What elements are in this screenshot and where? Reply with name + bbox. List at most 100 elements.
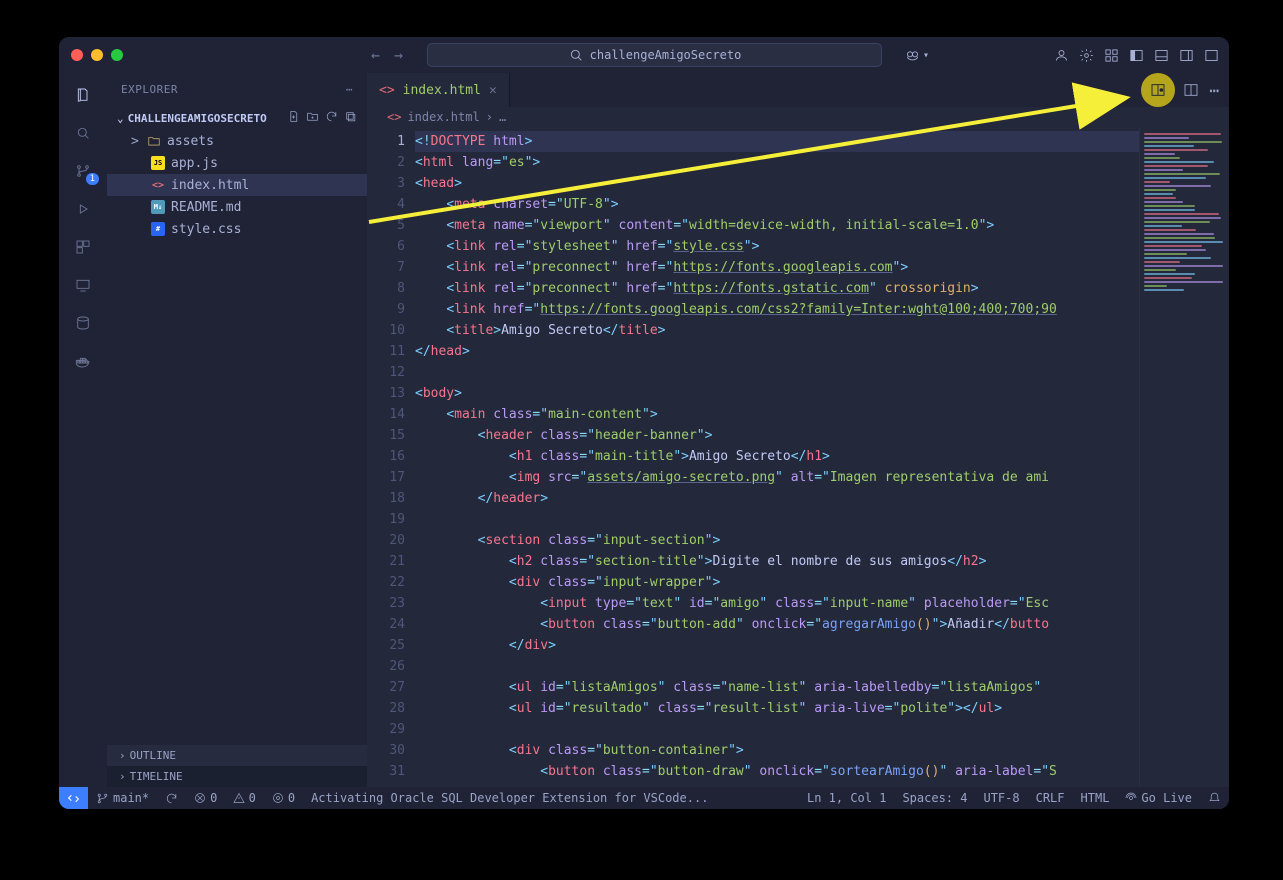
layout-sidebar-right-icon[interactable] [1179,48,1194,63]
layout-full-icon[interactable] [1204,48,1219,63]
play-bug-icon [75,201,91,217]
outline-panel-header[interactable]: › OUTLINE [107,745,367,766]
layout-panel-icon[interactable] [1154,48,1169,63]
chevron-right-icon: › [119,749,126,762]
indentation-button[interactable]: Spaces: 4 [894,791,975,805]
remote-button[interactable] [59,787,88,809]
notifications-button[interactable] [1200,792,1229,805]
command-center[interactable]: challengeAmigoSecreto [427,43,882,67]
breadcrumb-file: index.html [407,110,479,124]
file-item[interactable]: # style.css [107,218,367,240]
file-label: README.md [171,200,241,215]
refresh-button[interactable] [325,110,338,126]
problems-button[interactable]: 0 0 [186,791,264,805]
remote-icon [75,277,91,293]
search-icon [75,125,91,141]
collapse-all-button[interactable] [344,110,357,126]
file-label: assets [167,134,214,149]
error-count: 0 [210,791,217,805]
file-label: index.html [171,178,249,193]
file-item[interactable]: M↓ README.md [107,196,367,218]
timeline-label: TIMELINE [130,770,183,783]
minimize-window-button[interactable] [91,49,103,61]
folder-icon [147,134,161,148]
preview-highlight [1141,73,1175,107]
status-message: Activating Oracle SQL Developer Extensio… [303,791,716,805]
copilot-button[interactable]: ▾ [899,46,935,65]
timeline-panel-header[interactable]: › TIMELINE [107,766,367,787]
project-header[interactable]: ⌄ CHALLENGEAMIGOSECRETO [107,106,367,130]
branch-name: main* [113,791,149,805]
explorer-sidebar: EXPLORER ⋯ ⌄ CHALLENGEAMIGOSECRETO >asse… [107,73,367,787]
folder-item[interactable]: >assets [107,130,367,152]
remote-explorer-button[interactable] [71,273,95,297]
database-button[interactable] [71,311,95,335]
docker-icon [75,353,91,369]
file-tree: >assets JS app.js <>index.html M↓ README.md # s… [107,130,367,240]
git-branch-button[interactable]: main* [88,791,157,805]
breadcrumb[interactable]: <> index.html › … [367,107,1229,127]
eol-button[interactable]: CRLF [1028,791,1073,805]
outline-label: OUTLINE [130,749,176,762]
md-file-icon: M↓ [151,200,165,214]
close-tab-button[interactable]: ✕ [489,83,497,98]
status-bar: main* 0 0 0 Activating Oracle SQL Develo… [59,787,1229,809]
nav-back-button[interactable]: ← [371,46,380,64]
code-editor[interactable]: 1234567891011121314151617181920212223242… [367,127,1229,787]
close-window-button[interactable] [71,49,83,61]
tab-label: index.html [403,83,481,98]
file-label: style.css [171,222,241,237]
zoom-window-button[interactable] [111,49,123,61]
ports-button[interactable]: 0 [264,791,303,805]
chevron-right-icon: › [486,110,493,124]
files-icon [75,87,91,103]
project-name: CHALLENGEAMIGOSECRETO [128,112,267,125]
cursor-position[interactable]: Ln 1, Col 1 [799,791,894,805]
split-editor-button[interactable] [1183,82,1199,98]
extensions-icon [75,239,91,255]
css-file-icon: # [151,222,165,236]
vscode-window: ← → challengeAmigoSecreto ▾ 1 [59,37,1229,809]
layout-grid-icon[interactable] [1104,48,1119,63]
layout-sidebar-left-icon[interactable] [1129,48,1144,63]
run-debug-button[interactable] [71,197,95,221]
copilot-icon [905,48,920,63]
language-mode-button[interactable]: HTML [1073,791,1118,805]
new-folder-button[interactable] [306,110,319,126]
search-view-button[interactable] [71,121,95,145]
gear-icon[interactable] [1079,48,1094,63]
line-gutter: 1234567891011121314151617181920212223242… [367,127,415,787]
file-item[interactable]: <>index.html [107,174,367,196]
js-file-icon: JS [151,156,165,170]
go-live-button[interactable]: Go Live [1117,791,1200,805]
database-icon [75,315,91,331]
encoding-button[interactable]: UTF-8 [975,791,1027,805]
editor-area: <> index.html ✕ ⋯ <> index.html › … [367,73,1229,787]
file-item[interactable]: JS app.js [107,152,367,174]
explorer-more-button[interactable]: ⋯ [346,83,353,96]
new-file-button[interactable] [287,110,300,126]
extensions-button[interactable] [71,235,95,259]
account-icon[interactable] [1054,48,1069,63]
docker-button[interactable] [71,349,95,373]
tab-index-html[interactable]: <> index.html ✕ [367,73,510,107]
ports-count: 0 [288,791,295,805]
nav-forward-button[interactable]: → [394,46,403,64]
editor-more-button[interactable]: ⋯ [1209,81,1219,100]
file-label: app.js [171,156,218,171]
chevron-right-icon: › [119,770,126,783]
open-preview-button[interactable] [1150,82,1166,98]
command-center-title: challengeAmigoSecreto [590,48,742,62]
code-content: <!DOCTYPE html><html lang="es"><head> <m… [415,127,1139,787]
explorer-view-button[interactable] [71,83,95,107]
sync-button[interactable] [157,792,186,805]
minimap[interactable] [1139,127,1229,787]
source-control-button[interactable]: 1 [71,159,95,183]
breadcrumb-item: … [499,110,506,124]
search-icon [568,47,584,63]
html-file-icon: <> [387,110,401,124]
scm-badge: 1 [86,173,99,185]
warning-count: 0 [249,791,256,805]
explorer-title: EXPLORER [121,83,178,96]
activity-bar: 1 [59,73,107,787]
